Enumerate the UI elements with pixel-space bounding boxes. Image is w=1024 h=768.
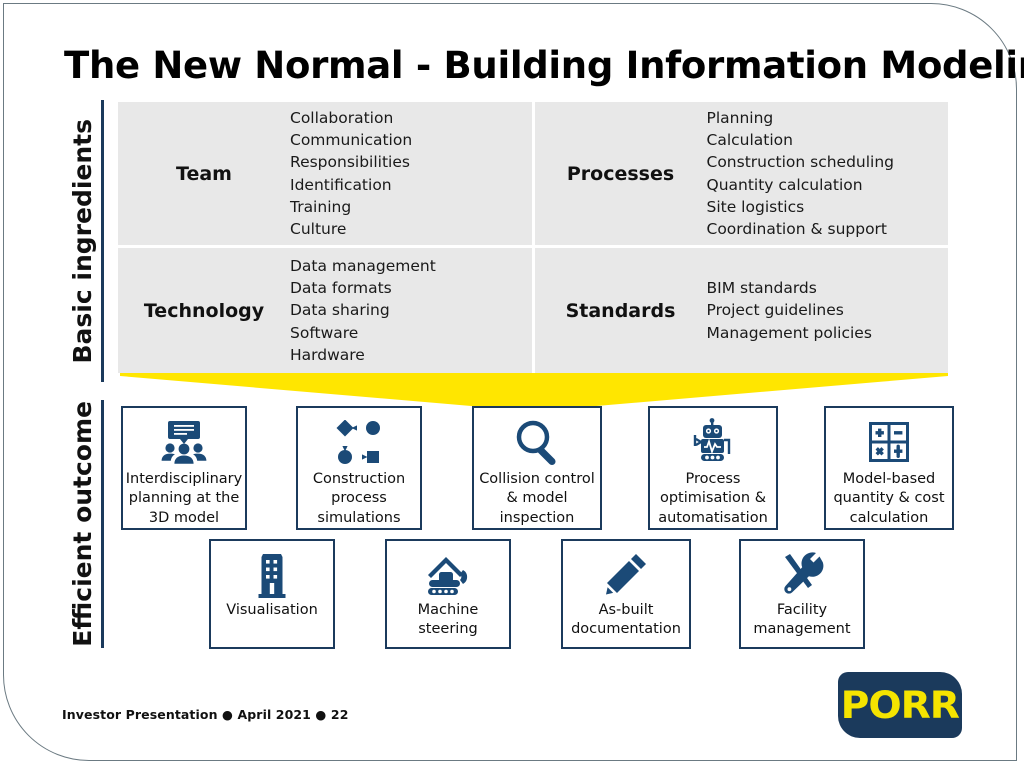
outcome-label-line: planning at the xyxy=(128,490,240,507)
ingredient-cell-technology: Technology Data management Data formats … xyxy=(118,248,532,373)
meeting-presentation-icon xyxy=(160,414,208,470)
building-icon xyxy=(250,549,294,601)
ingredient-items: Planning Calculation Construction schedu… xyxy=(707,107,895,240)
porr-logo-text: PORR xyxy=(840,683,960,727)
basic-ingredients-grid: Team Collaboration Communication Respons… xyxy=(118,102,948,373)
outcome-label: Model-based quantity & cost calculation xyxy=(829,470,948,528)
outcome-label-line: documentation xyxy=(571,621,681,638)
outcome-box-process-optimisation[interactable]: Process optimisation & automatisation xyxy=(648,406,778,530)
ingredient-item: Responsibilities xyxy=(290,153,410,172)
outcome-label: As-built documentation xyxy=(567,601,685,640)
outcome-label-line: management xyxy=(753,621,851,638)
outcome-label-line: Construction xyxy=(312,471,406,487)
ingredient-items: BIM standards Project guidelines Managem… xyxy=(707,277,872,343)
ingredient-item: Software xyxy=(290,323,359,342)
porr-logo: PORR xyxy=(838,672,962,738)
outcome-label: Collision control & model inspection xyxy=(475,470,599,528)
outcome-box-construction-process-simulations[interactable]: Construction process simulations xyxy=(296,406,422,530)
magnifier-icon xyxy=(513,414,561,470)
outcome-label-line: & model xyxy=(506,490,568,507)
outcome-label: Visualisation xyxy=(222,601,322,620)
outcome-label-line: quantity & cost xyxy=(833,490,945,507)
ingredient-item: Quantity calculation xyxy=(706,175,863,194)
section-rule-efficient-outcome xyxy=(101,400,104,648)
ingredient-item: Management policies xyxy=(706,323,872,342)
outcome-box-visualisation[interactable]: Visualisation xyxy=(209,539,335,649)
footer-text: Investor Presentation ● April 2021 ● 22 xyxy=(62,707,349,722)
outcome-label-line: Interdisciplinary xyxy=(125,471,243,487)
excavator-icon xyxy=(422,549,474,601)
robot-icon xyxy=(689,414,737,470)
outcome-label-line: process xyxy=(331,490,387,507)
outcome-label-line: optimisation & xyxy=(659,490,767,507)
outcome-box-as-built-documentation[interactable]: As-built documentation xyxy=(561,539,691,649)
section-label-efficient-outcome: Efficient outcome xyxy=(62,400,102,648)
ingredient-title: Standards xyxy=(565,299,676,322)
outcome-label-line: Model-based xyxy=(842,471,936,487)
outcome-box-model-based-quantity-cost[interactable]: Model-based quantity & cost calculation xyxy=(824,406,954,530)
ingredient-item: Project guidelines xyxy=(706,301,844,320)
ingredient-item: BIM standards xyxy=(706,279,817,298)
process-flow-diagram-icon xyxy=(334,414,384,470)
outcome-label-line: Facility xyxy=(776,602,828,618)
section-label-basic-ingredients-text: Basic ingredients xyxy=(67,118,97,364)
section-label-efficient-outcome-text: Efficient outcome xyxy=(67,401,97,647)
outcome-label: Machine steering xyxy=(414,601,483,640)
ingredient-cell-standards: Standards BIM standards Project guidelin… xyxy=(534,248,948,373)
outcome-label-line: Collision control xyxy=(479,471,595,487)
ingredient-cell-team: Team Collaboration Communication Respons… xyxy=(118,102,532,245)
outcome-label: Interdisciplinary planning at the 3D mod… xyxy=(122,470,246,528)
ingredient-title: Processes xyxy=(566,162,675,185)
outcome-label-line: As-built xyxy=(598,602,654,618)
slide-canvas: The New Normal - Building Information Mo… xyxy=(0,0,1024,768)
ingredient-items: Collaboration Communication Responsibili… xyxy=(290,107,412,240)
outcome-label-line: Machine xyxy=(417,602,479,618)
ingredient-items: Data management Data formats Data sharin… xyxy=(290,255,436,366)
page-title: The New Normal - Building Information Mo… xyxy=(64,44,1024,87)
ingredient-title: Team xyxy=(176,162,232,185)
outcome-label: Facility management xyxy=(749,601,854,640)
section-label-basic-ingredients: Basic ingredients xyxy=(62,100,102,382)
ingredient-title: Technology xyxy=(143,299,265,322)
outcome-label-line: 3D model xyxy=(148,509,220,526)
ingredient-item: Communication xyxy=(290,131,413,150)
outcome-label-line: simulations xyxy=(317,509,401,526)
ingredient-item: Site logistics xyxy=(706,197,805,216)
outcome-label-line: calculation xyxy=(849,509,929,526)
ingredient-item: Data sharing xyxy=(290,301,390,320)
section-rule-basic-ingredients xyxy=(101,100,104,382)
outcome-box-machine-steering[interactable]: Machine steering xyxy=(385,539,511,649)
outcome-label-line: Visualisation xyxy=(226,602,318,618)
outcome-box-collision-control[interactable]: Collision control & model inspection xyxy=(472,406,602,530)
ingredient-item: Training xyxy=(290,197,352,216)
ingredient-item: Coordination & support xyxy=(706,219,888,238)
ingredient-item: Calculation xyxy=(706,131,793,150)
ingredient-item: Collaboration xyxy=(290,109,394,128)
outcome-label-line: Process xyxy=(685,471,741,487)
outcome-label-line: automatisation xyxy=(658,509,768,526)
outcome-label: Process optimisation & automatisation xyxy=(654,470,772,528)
ingredient-item: Data formats xyxy=(290,279,392,298)
ingredient-item: Identification xyxy=(290,175,392,194)
outcome-label-line: steering xyxy=(418,621,478,638)
outcome-label: Construction process simulations xyxy=(309,470,409,528)
wrench-screwdriver-icon xyxy=(779,549,825,601)
ingredient-item: Culture xyxy=(290,219,347,238)
outcome-label-line: inspection xyxy=(499,509,575,526)
ingredient-item: Planning xyxy=(706,109,774,128)
outcome-box-interdisciplinary-planning[interactable]: Interdisciplinary planning at the 3D mod… xyxy=(121,406,247,530)
pencil-icon xyxy=(603,549,649,601)
ingredient-cell-processes: Processes Planning Calculation Construct… xyxy=(534,102,948,245)
calculator-icon xyxy=(866,414,912,470)
ingredient-item: Data management xyxy=(290,257,436,276)
ingredient-item: Hardware xyxy=(290,345,365,364)
ingredient-item: Construction scheduling xyxy=(706,153,895,172)
outcome-box-facility-management[interactable]: Facility management xyxy=(739,539,865,649)
